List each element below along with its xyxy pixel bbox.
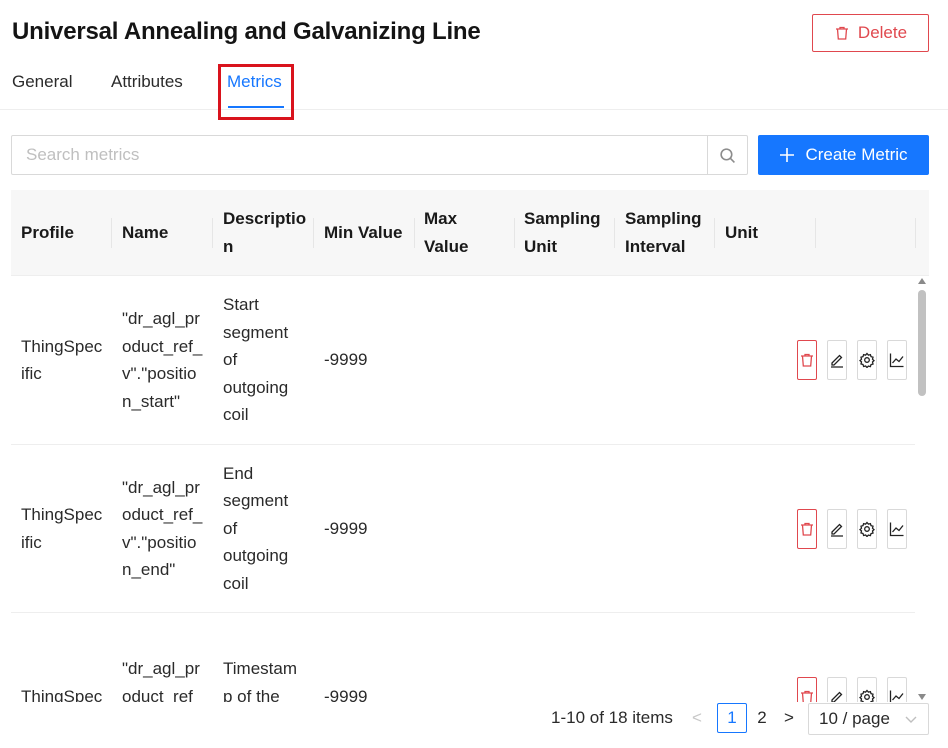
scroll-up-arrow-icon[interactable] [918,278,926,284]
table-row: ThingSpec ific "dr_agl_pr oduct_ref_ v".… [11,276,915,445]
cell-description: End segment of outgoing coil [223,463,289,593]
column-header-name[interactable]: Name [112,190,212,276]
search-icon [720,147,735,163]
column-header-description[interactable]: Descriptio n [213,190,313,276]
page-title: Universal Annealing and Galvanizing Line [12,18,481,45]
column-header-sampling-unit[interactable]: Sampling Unit [514,190,614,276]
metric-settings-button[interactable] [857,340,877,380]
column-header-profile[interactable]: Profile [11,190,111,276]
cell-min-value: -9999 [324,686,368,702]
column-header-unit[interactable]: Unit [715,190,815,276]
create-metric-button[interactable]: Create Metric [758,135,929,175]
page-1-button[interactable]: 1 [717,703,747,733]
delete-button[interactable]: Delete [812,14,929,52]
column-header-sampling-interval[interactable]: Sampling Interval [615,190,715,276]
edit-metric-button[interactable] [827,340,847,380]
metric-chart-button[interactable] [887,676,907,702]
edit-metric-button[interactable] [827,508,847,549]
edit-icon [831,523,843,537]
page-2-button[interactable]: 2 [747,703,777,733]
trash-icon [801,690,813,702]
delete-button-label: Delete [857,23,908,42]
tab-general[interactable]: General [12,72,72,92]
edit-icon [831,354,843,368]
metric-settings-button[interactable] [857,508,877,549]
prev-page-button[interactable]: < [692,708,702,728]
line-chart-icon [889,690,904,702]
scroll-thumb[interactable] [918,290,926,396]
delete-metric-button[interactable] [797,676,817,702]
settings-icon [859,521,875,537]
table-row: ThingSpec ific "dr_agl_pr oduct_ref_ v".… [11,445,915,613]
row-actions [797,613,907,702]
delete-metric-button[interactable] [797,340,817,380]
pagination-total: 1-10 of 18 items [551,708,673,727]
settings-icon [859,689,875,702]
metric-chart-button[interactable] [887,508,907,549]
metric-chart-button[interactable] [887,340,907,380]
cell-name: "dr_agl_pr oduct_ref_ v"."positio n_end" [122,477,203,580]
cell-profile: ThingSpec [21,686,103,702]
cell-description: Start segment of outgoing coil [223,295,289,425]
trash-icon [835,26,848,40]
cell-min-value: -9999 [324,518,368,538]
delete-metric-button[interactable] [797,508,817,549]
cell-description: Timestam p of the last [223,659,297,702]
edit-icon [831,691,843,702]
column-header-min-value[interactable]: Min Value [314,190,414,276]
page-size-select[interactable]: 10 / page [808,703,929,735]
trash-icon [801,353,813,367]
chevron-down-icon [905,716,917,723]
page-size-value: 10 / page [819,709,890,728]
create-metric-label: Create Metric [805,145,908,164]
search-button[interactable] [707,136,747,174]
cell-profile: ThingSpec ific [21,336,103,384]
cell-name: "dr_agl_pr oduct_ref_ v"."last_m [122,659,203,702]
tab-bar: General Attributes Metrics [0,62,948,110]
pagination: 1-10 of 18 items < 1 2 > 10 / page [0,702,948,748]
line-chart-icon [889,522,904,536]
plus-icon [780,148,795,162]
next-page-button[interactable]: > [784,708,794,728]
tab-attributes[interactable]: Attributes [111,72,183,92]
edit-metric-button[interactable] [827,676,847,702]
cell-name: "dr_agl_pr oduct_ref_ v"."positio n_star… [122,309,203,411]
table-header: Profile Name Descriptio n Min Value Max … [11,190,929,276]
cell-min-value: -9999 [324,350,368,370]
line-chart-icon [889,353,904,368]
table-row: ThingSpec "dr_agl_pr oduct_ref_ v"."last… [11,613,915,702]
table-scrollbar[interactable] [917,276,927,702]
search-bar [11,135,748,175]
trash-icon [801,522,813,536]
scroll-down-arrow-icon[interactable] [918,694,926,700]
row-actions [797,276,907,444]
column-header-max-value[interactable]: Max Value [414,190,514,276]
metric-settings-button[interactable] [857,676,877,702]
search-input[interactable] [12,136,707,174]
metrics-table: Profile Name Descriptio n Min Value Max … [11,190,929,702]
row-actions [797,445,907,612]
settings-icon [859,352,875,368]
cell-profile: ThingSpec ific [21,505,103,552]
tab-highlight-annotation [218,64,294,120]
